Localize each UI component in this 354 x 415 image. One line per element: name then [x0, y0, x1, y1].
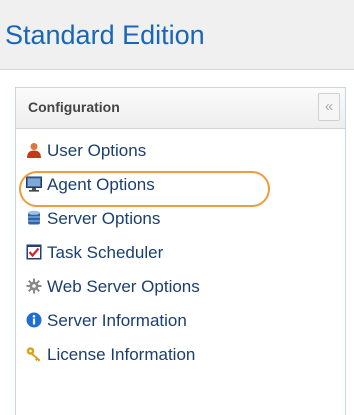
key-icon — [26, 347, 41, 362]
database-icon — [28, 210, 40, 225]
page-title: Standard Edition — [5, 20, 205, 50]
double-chevron-left-icon: « — [324, 98, 334, 115]
collapse-button[interactable]: « — [318, 93, 340, 121]
gear-icon — [26, 278, 42, 294]
panel-title: Configuration — [28, 99, 120, 115]
menu-item-user-options[interactable]: User Options — [20, 136, 320, 164]
menu-item-agent-options[interactable]: Agent Options — [20, 170, 320, 198]
page-header: Standard Edition — [0, 0, 354, 70]
menu-item-label: Task Scheduler — [47, 243, 164, 262]
menu-item-label: User Options — [47, 141, 147, 160]
menu-item-label: License Information — [47, 345, 196, 364]
info-icon — [26, 312, 42, 328]
menu-item-label: Server Information — [47, 311, 187, 330]
user-icon — [27, 143, 41, 158]
monitor-icon — [26, 176, 42, 192]
menu-item-label: Server Options — [47, 209, 161, 228]
menu-item-task-scheduler[interactable]: Task Scheduler — [20, 238, 320, 266]
panel-header: Configuration « — [16, 88, 345, 129]
menu-item-server-options[interactable]: Server Options — [20, 204, 320, 232]
menu-item-label: Agent Options — [47, 175, 155, 194]
menu-item-label: Web Server Options — [47, 277, 200, 296]
checkbox-calendar-icon — [26, 244, 42, 260]
menu-item-web-server-options[interactable]: Web Server Options — [20, 272, 320, 300]
menu-item-server-information[interactable]: Server Information — [20, 306, 320, 334]
menu-item-license-information[interactable]: License Information — [20, 340, 320, 368]
configuration-panel: Configuration « User Options Agent Optio… — [15, 87, 346, 415]
